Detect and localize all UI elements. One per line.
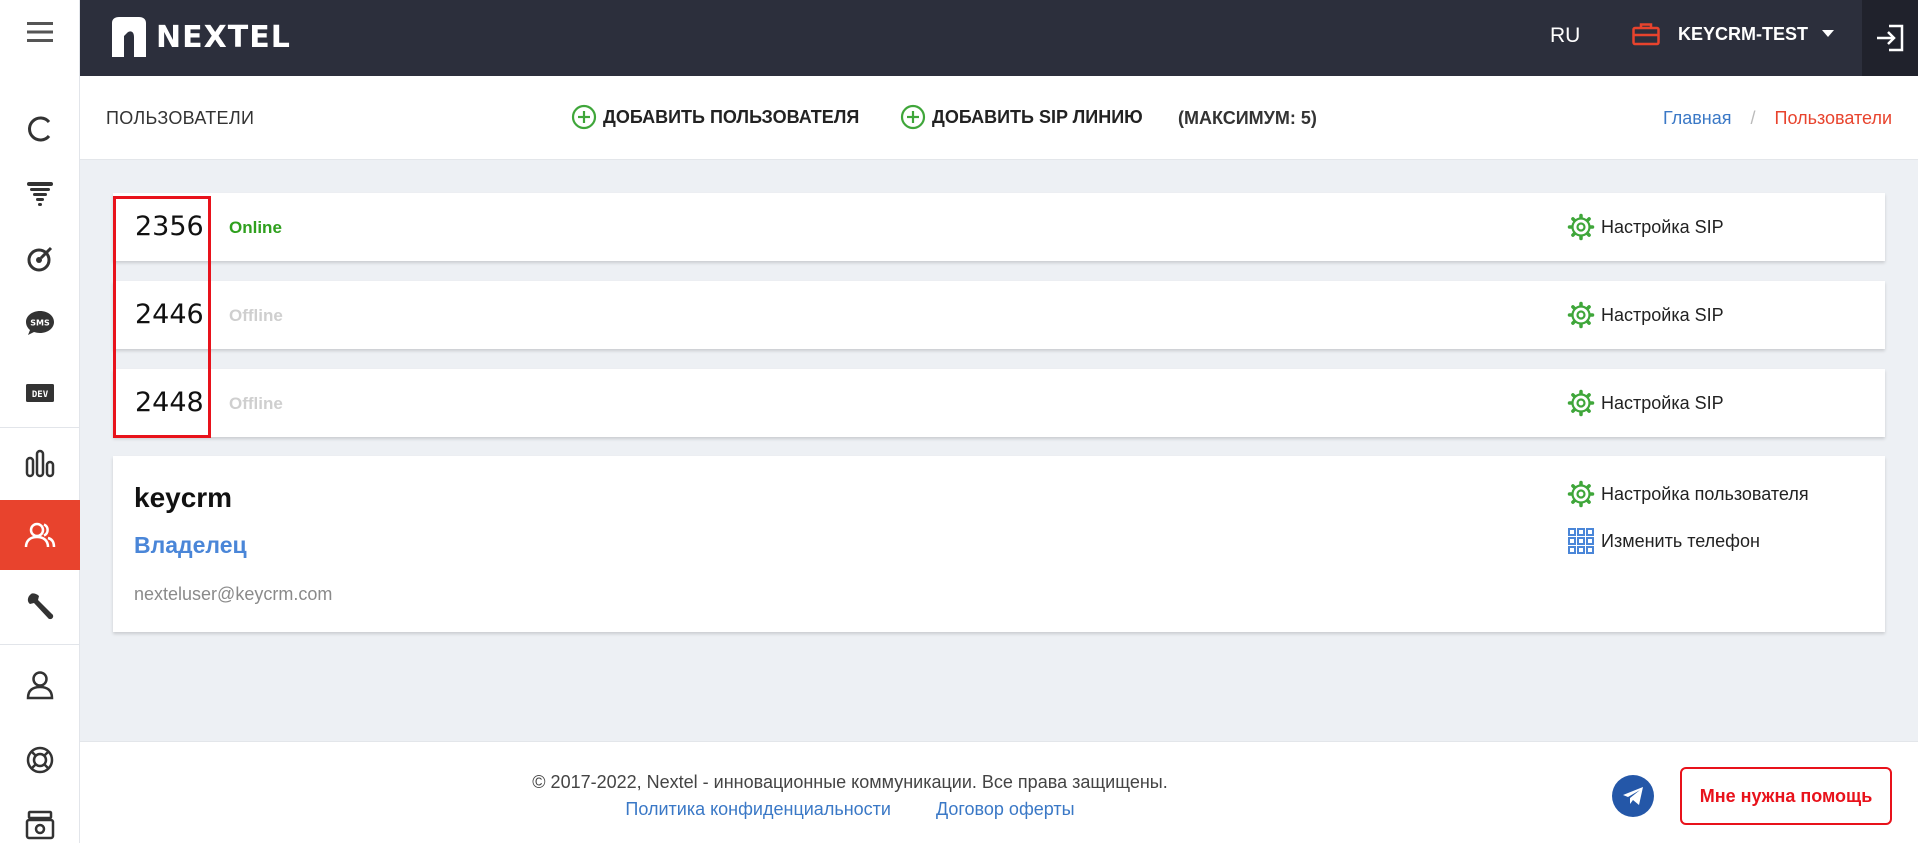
- dialpad-icon: [1568, 528, 1594, 554]
- sip-line-number: 2446: [135, 299, 204, 330]
- gear-icon: [1567, 213, 1595, 241]
- sip-line-status: Offline: [229, 394, 283, 413]
- sidebar-item-support[interactable]: [0, 725, 80, 795]
- wrench-icon: [27, 593, 54, 620]
- hamburger-icon: [27, 22, 53, 42]
- sip-line-number: 2356: [135, 211, 204, 242]
- plus-circle-icon: [571, 104, 597, 130]
- sms-icon: SMS: [26, 311, 54, 335]
- add-sip-button[interactable]: ДОБАВИТЬ SIP ЛИНИЮ: [900, 104, 1143, 130]
- radar-icon: [27, 246, 53, 272]
- user-card: keycrm Владелец nexteluser@keycrm.com На…: [113, 456, 1885, 632]
- language-switcher[interactable]: RU: [1550, 24, 1580, 48]
- svg-text:DEV: DEV: [32, 390, 49, 400]
- user-icon: [26, 671, 54, 700]
- sip-line-status: Offline: [229, 306, 283, 325]
- logo[interactable]: NEXTEL: [108, 15, 291, 59]
- sidebar-item-dev[interactable]: DEV: [0, 358, 80, 428]
- plus-circle-icon: [900, 104, 926, 130]
- breadcrumb-current: Пользователи: [1774, 108, 1892, 128]
- change-phone-label: Изменить телефон: [1601, 530, 1760, 551]
- account-dropdown[interactable]: KEYCRM-TEST: [1632, 22, 1834, 46]
- add-user-label: ДОБАВИТЬ ПОЛЬЗОВАТЕЛЯ: [603, 106, 860, 127]
- sip-settings-label: Настройка SIP: [1601, 392, 1724, 413]
- sidebar-divider: [0, 644, 80, 645]
- account-name: KEYCRM-TEST: [1678, 23, 1808, 44]
- sidebar-item-settings[interactable]: [0, 572, 80, 642]
- offer-agreement-link[interactable]: Договор оферты: [936, 799, 1075, 819]
- sidebar-item-cashbox[interactable]: [0, 800, 80, 843]
- page-toolbar: ПОЛЬЗОВАТЕЛИ ДОБАВИТЬ ПОЛЬЗОВАТЕЛЯ ДОБАВ…: [80, 76, 1918, 160]
- funnel-icon: [27, 182, 53, 206]
- telegram-button[interactable]: [1612, 775, 1654, 817]
- page-title: ПОЛЬЗОВАТЕЛИ: [106, 108, 255, 128]
- nextel-logo-icon: [112, 17, 146, 57]
- sip-settings-link[interactable]: Настройка SIP: [1567, 213, 1724, 241]
- sip-line-row: 2446 Offline Настройка SIP: [113, 281, 1885, 349]
- sidebar-item-tracking[interactable]: [0, 223, 80, 293]
- telegram-icon: [1623, 787, 1643, 805]
- sidebar-item-calls[interactable]: [0, 94, 80, 164]
- top-bar: NEXTEL RU KEYCRM-TEST: [80, 0, 1918, 76]
- privacy-policy-link[interactable]: Политика конфиденциальности: [625, 799, 891, 819]
- logo-text: NEXTEL: [156, 19, 291, 55]
- logout-button[interactable]: [1862, 0, 1918, 76]
- max-lines-note: (МАКСИМУМ: 5): [1178, 108, 1317, 128]
- briefcase-icon: [1632, 23, 1660, 46]
- stats-icon: [25, 449, 55, 478]
- breadcrumb-separator: /: [1750, 108, 1756, 128]
- gear-icon: [1567, 480, 1595, 508]
- breadcrumb: Главная / Пользователи: [1663, 108, 1892, 129]
- change-phone-link[interactable]: Изменить телефон: [1567, 527, 1760, 555]
- sip-line-status: Online: [229, 218, 282, 237]
- help-button[interactable]: Мне нужна помощь: [1680, 767, 1892, 825]
- user-name: keycrm: [134, 482, 233, 513]
- sip-line-row: 2448 Offline Настройка SIP: [113, 369, 1885, 437]
- sip-line-number: 2448: [135, 387, 204, 418]
- sip-settings-label: Настройка SIP: [1601, 304, 1724, 325]
- add-user-button[interactable]: ДОБАВИТЬ ПОЛЬЗОВАТЕЛЯ: [571, 104, 859, 130]
- gear-icon: [1567, 301, 1595, 329]
- user-settings-label: Настройка пользователя: [1601, 483, 1809, 504]
- sip-settings-link[interactable]: Настройка SIP: [1567, 301, 1724, 329]
- footer-links: Политика конфиденциальности Договор офер…: [80, 799, 1620, 820]
- refresh-icon: [28, 116, 51, 142]
- lifebuoy-icon: [26, 746, 54, 774]
- users-icon: [24, 522, 56, 548]
- copyright-text: © 2017-2022, Nextel - инновационные комм…: [532, 772, 1168, 792]
- user-email: nexteluser@keycrm.com: [134, 584, 333, 604]
- logout-icon: [1877, 24, 1904, 52]
- sidebar-item-statistics[interactable]: [0, 428, 80, 498]
- sidebar-item-funnel[interactable]: [0, 158, 80, 228]
- menu-toggle-button[interactable]: [0, 0, 80, 64]
- svg-text:SMS: SMS: [30, 319, 50, 328]
- user-role: Владелец: [134, 532, 247, 558]
- sidebar-item-sms[interactable]: SMS: [0, 288, 80, 358]
- sip-settings-link[interactable]: Настройка SIP: [1567, 389, 1724, 417]
- breadcrumb-home-link[interactable]: Главная: [1663, 108, 1732, 128]
- sip-settings-label: Настройка SIP: [1601, 216, 1724, 237]
- sip-line-row: 2356 Online Настройка SIP: [113, 193, 1885, 261]
- dev-icon: DEV: [26, 384, 54, 402]
- footer: © 2017-2022, Nextel - инновационные комм…: [80, 741, 1918, 843]
- sidebar-item-users[interactable]: [0, 500, 80, 570]
- gear-icon: [1567, 389, 1595, 417]
- chevron-down-icon: [1822, 30, 1834, 37]
- user-settings-link[interactable]: Настройка пользователя: [1567, 480, 1809, 508]
- add-sip-label: ДОБАВИТЬ SIP ЛИНИЮ: [932, 106, 1143, 127]
- sidebar: SMS DEV: [0, 0, 80, 843]
- sidebar-item-profile[interactable]: [0, 650, 80, 720]
- cashbox-icon: [25, 810, 55, 840]
